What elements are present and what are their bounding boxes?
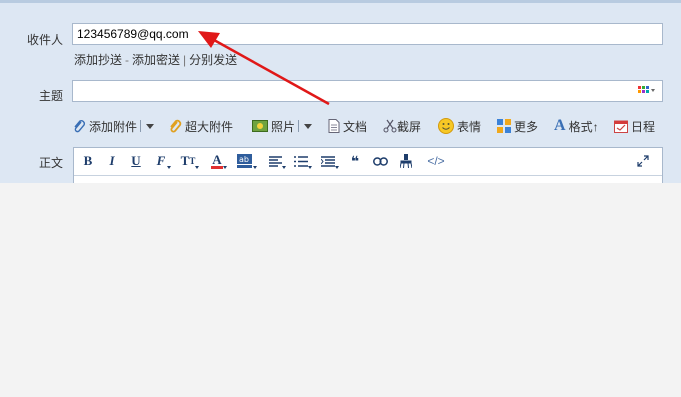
recipient-links: 添加抄送 - 添加密送 | 分别发送 bbox=[74, 51, 237, 68]
add-bcc-link[interactable]: 添加密送 bbox=[132, 53, 180, 67]
body-label: 正文 bbox=[39, 156, 64, 170]
big-attachment-icon bbox=[170, 119, 182, 133]
attach-dropdown-icon[interactable] bbox=[146, 123, 155, 129]
font-size-icon[interactable]: TT bbox=[180, 152, 199, 170]
document-icon bbox=[328, 119, 340, 133]
to-label: 收件人 bbox=[27, 33, 64, 47]
schedule-button[interactable]: 日程 bbox=[614, 116, 655, 136]
emoji-button[interactable]: 表情 bbox=[438, 116, 481, 136]
subject-field[interactable] bbox=[72, 80, 663, 102]
link-separator-dash: - bbox=[125, 53, 130, 67]
color-palette-icon[interactable] bbox=[638, 86, 656, 96]
compose-form: 收件人 123456789@qq.com 添加抄送 - 添加密送 | 分别发送 主题 添… bbox=[0, 0, 681, 183]
big-attachment-button[interactable]: 超大附件 bbox=[168, 116, 233, 136]
fullscreen-icon[interactable] bbox=[636, 152, 650, 170]
format-button[interactable]: A 格式↑ bbox=[554, 116, 599, 136]
font-color-icon[interactable]: A bbox=[210, 152, 227, 170]
photo-button[interactable]: 照片 bbox=[252, 116, 313, 136]
add-cc-link[interactable]: 添加抄送 bbox=[74, 53, 122, 67]
scissors-icon bbox=[383, 119, 397, 133]
calendar-icon bbox=[614, 120, 628, 133]
italic-icon[interactable]: I bbox=[106, 152, 118, 170]
to-field[interactable]: 123456789@qq.com bbox=[72, 23, 663, 45]
numbered-list-icon[interactable] bbox=[320, 152, 339, 170]
more-button[interactable]: 更多 bbox=[497, 116, 538, 136]
clear-format-icon[interactable] bbox=[399, 152, 413, 170]
bullet-list-icon[interactable] bbox=[293, 152, 312, 170]
highlight-icon[interactable]: ab bbox=[236, 152, 257, 170]
photo-dropdown-icon[interactable] bbox=[304, 123, 313, 129]
paperclip-icon bbox=[74, 120, 85, 133]
bold-icon[interactable]: B bbox=[82, 152, 94, 170]
more-grid-icon bbox=[497, 119, 511, 133]
to-value: 123456789@qq.com bbox=[77, 27, 189, 41]
link-separator-bar: | bbox=[183, 53, 187, 67]
link-icon[interactable] bbox=[372, 152, 388, 170]
format-a-icon: A bbox=[554, 117, 566, 134]
html-source-icon[interactable]: </> bbox=[424, 152, 448, 170]
smiley-icon bbox=[438, 118, 454, 134]
underline-icon[interactable]: U bbox=[130, 152, 142, 170]
subject-label: 主题 bbox=[39, 89, 64, 103]
editor-toolbar: B I U F TT A ab ❝ </> bbox=[74, 148, 662, 176]
svg-text:ab: ab bbox=[239, 155, 249, 164]
send-separately-link[interactable]: 分别发送 bbox=[189, 53, 237, 67]
quote-icon[interactable]: ❝ bbox=[348, 152, 362, 170]
document-button[interactable]: 文档 bbox=[328, 116, 367, 136]
photo-icon bbox=[252, 120, 268, 132]
align-icon[interactable] bbox=[267, 152, 286, 170]
body-editor[interactable]: B I U F TT A ab ❝ </> bbox=[73, 147, 663, 183]
screenshot-button[interactable]: 截屏 bbox=[383, 116, 421, 136]
font-icon[interactable]: F bbox=[154, 152, 171, 170]
add-attachment-button[interactable]: 添加附件 bbox=[72, 116, 155, 136]
